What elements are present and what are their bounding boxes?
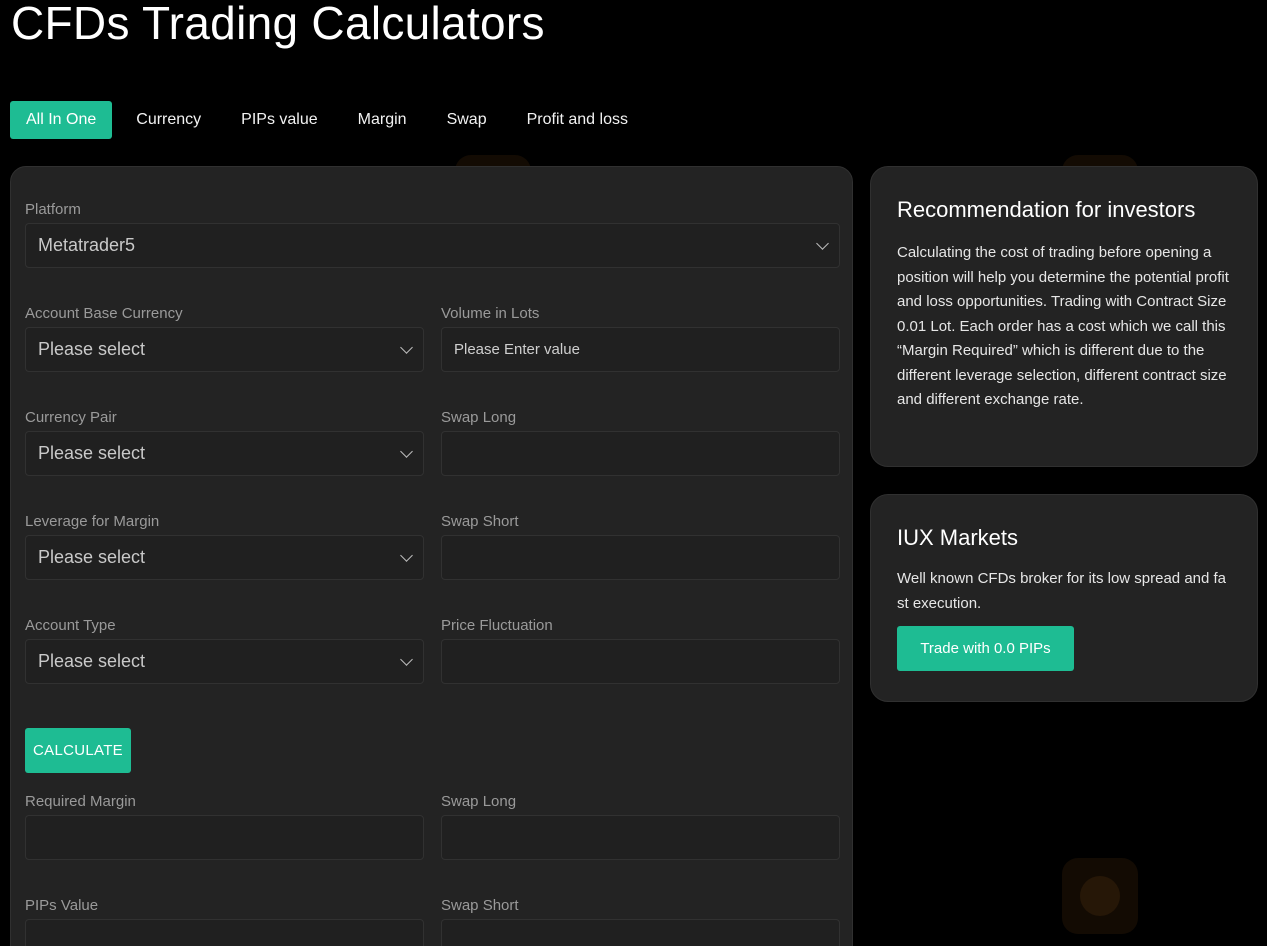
tab-currency[interactable]: Currency (120, 101, 217, 139)
pips-value-label: PIPs Value (25, 897, 99, 914)
broker-title: IUX Markets (897, 525, 1019, 550)
watermark-logo (1062, 858, 1138, 934)
chevron-down-icon (400, 444, 413, 458)
volume-in-lots-placeholder: Please Enter value (454, 341, 580, 358)
account-type-select[interactable]: Please select (25, 639, 424, 684)
chevron-down-icon (400, 652, 413, 666)
volume-in-lots-input[interactable]: Please Enter value (441, 327, 840, 372)
calculate-button[interactable]: CALCULATE (25, 728, 131, 773)
recommendation-card: Recommendation for investors Calculating… (870, 166, 1258, 467)
account-base-currency-value: Please select (38, 339, 146, 359)
pips-value-output (25, 919, 424, 946)
tab-pips-value[interactable]: PIPs value (225, 101, 333, 139)
broker-text: Well known CFDs broker for its low sprea… (897, 570, 1227, 612)
result-swap-long-output (441, 815, 840, 860)
price-fluctuation-label: Price Fluctuation (441, 617, 553, 634)
price-fluctuation-input[interactable] (441, 639, 840, 684)
chevron-down-icon (400, 340, 413, 354)
leverage-for-margin-label: Leverage for Margin (25, 513, 160, 530)
calculator-panel: Platform Metatrader5 Account Base Curren… (10, 166, 853, 946)
tab-margin[interactable]: Margin (342, 101, 423, 139)
account-base-currency-select[interactable]: Please select (25, 327, 424, 372)
platform-select[interactable]: Metatrader5 (25, 223, 840, 268)
page-title: CFDs Trading Calculators (11, 0, 545, 49)
result-swap-short-label: Swap Short (441, 897, 519, 914)
swap-long-label: Swap Long (441, 409, 517, 426)
platform-value: Metatrader5 (38, 235, 136, 255)
calculator-tabs: All In One Currency PIPs value Margin Sw… (10, 101, 652, 139)
account-type-label: Account Type (25, 617, 116, 634)
currency-pair-label: Currency Pair (25, 409, 117, 426)
leverage-for-margin-value: Please select (38, 547, 146, 567)
tab-profit-and-loss[interactable]: Profit and loss (511, 101, 644, 139)
leverage-for-margin-select[interactable]: Please select (25, 535, 424, 580)
tab-swap[interactable]: Swap (431, 101, 503, 139)
broker-card: IUX Markets Well known CFDs broker for i… (870, 494, 1258, 702)
result-swap-long-label: Swap Long (441, 793, 517, 810)
required-margin-output (25, 815, 424, 860)
currency-pair-select[interactable]: Please select (25, 431, 424, 476)
recommendation-text: Calculating the cost of trading before o… (897, 244, 1229, 408)
volume-in-lots-label: Volume in Lots (441, 305, 540, 322)
recommendation-title: Recommendation for investors (897, 197, 1196, 222)
currency-pair-value: Please select (38, 443, 146, 463)
swap-short-label: Swap Short (441, 513, 519, 530)
account-base-currency-label: Account Base Currency (25, 305, 183, 322)
result-swap-short-output (441, 919, 840, 946)
chevron-down-icon (816, 236, 829, 250)
tab-all-in-one[interactable]: All In One (10, 101, 113, 139)
required-margin-label: Required Margin (25, 793, 136, 810)
platform-label: Platform (25, 201, 81, 218)
trade-button[interactable]: Trade with 0.0 PIPs (897, 626, 1074, 671)
account-type-value: Please select (38, 651, 146, 671)
swap-long-input[interactable] (441, 431, 840, 476)
chevron-down-icon (400, 548, 413, 562)
swap-short-input[interactable] (441, 535, 840, 580)
